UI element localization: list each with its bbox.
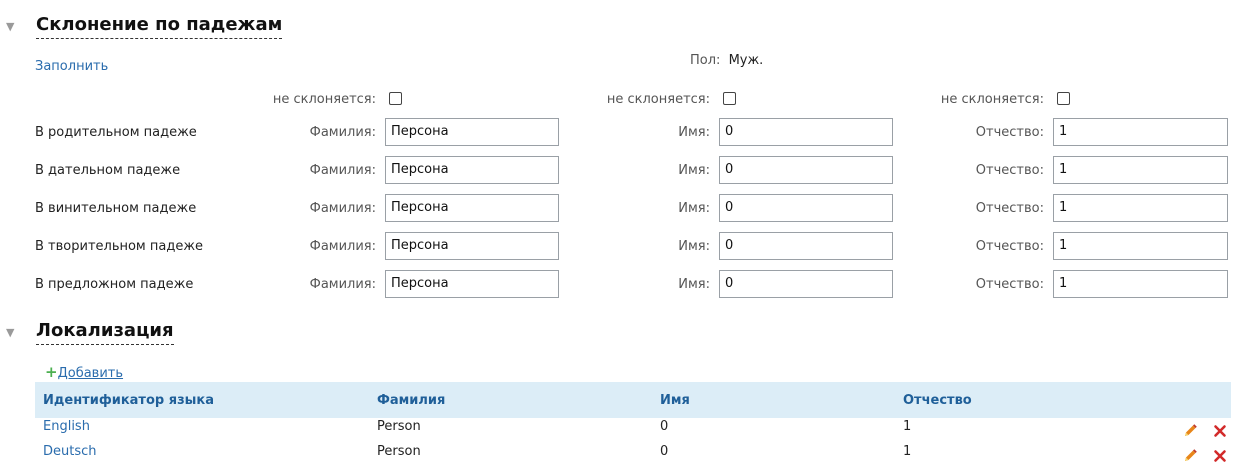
fill-link[interactable]: Заполнить (35, 59, 108, 74)
last-name-label: Фамилия: (309, 125, 376, 140)
add-link-label[interactable]: Добавить (58, 366, 123, 381)
first-name-input[interactable]: 0 (719, 118, 893, 146)
first-name-label: Имя: (678, 277, 710, 292)
patronymic-label: Отчество: (975, 125, 1044, 140)
close-icon[interactable] (1213, 449, 1227, 463)
patronymic-label: Отчество: (975, 239, 1044, 254)
patronymic-label: Отчество: (975, 201, 1044, 216)
patronymic-cell: 1 (903, 444, 912, 459)
first-name-input[interactable]: 0 (719, 270, 893, 298)
last-name-label: Фамилия: (309, 163, 376, 178)
last-name-not-declined-checkbox[interactable] (389, 92, 402, 105)
first-name-not-declined-label: не склоняется: (606, 92, 710, 107)
column-header-patronymic[interactable]: Отчество (903, 393, 972, 408)
section-collapse-icon[interactable]: ▼ (6, 20, 14, 33)
add-button[interactable]: +Добавить (45, 363, 123, 381)
last-name-input[interactable]: Персона (385, 156, 559, 184)
last-name-not-declined-label: не склоняется: (272, 92, 376, 107)
plus-icon: + (45, 363, 58, 381)
pencil-icon[interactable] (1182, 448, 1198, 464)
last-name-cell: Person (377, 444, 421, 459)
localization-section-title[interactable]: Локализация (36, 320, 174, 345)
first-name-input[interactable]: 0 (719, 156, 893, 184)
first-name-label: Имя: (678, 163, 710, 178)
table-row: Deutsch Person 0 1 (0, 444, 1236, 468)
last-name-label: Фамилия: (309, 277, 376, 292)
first-name-label: Имя: (678, 239, 710, 254)
case-label: В родительном падеже (35, 125, 197, 140)
gender-info: Пол: Муж. (690, 53, 763, 68)
last-name-input[interactable]: Персона (385, 270, 559, 298)
patronymic-label: Отчество: (975, 163, 1044, 178)
first-name-input[interactable]: 0 (719, 232, 893, 260)
language-link[interactable]: English (43, 419, 90, 434)
last-name-cell: Person (377, 419, 421, 434)
patronymic-input[interactable]: 1 (1053, 194, 1228, 222)
last-name-input[interactable]: Персона (385, 194, 559, 222)
patronymic-label: Отчество: (975, 277, 1044, 292)
pencil-icon[interactable] (1182, 423, 1198, 439)
first-name-input[interactable]: 0 (719, 194, 893, 222)
close-icon[interactable] (1213, 424, 1227, 438)
patronymic-input[interactable]: 1 (1053, 156, 1228, 184)
last-name-label: Фамилия: (309, 201, 376, 216)
patronymic-not-declined-label: не склоняется: (940, 92, 1044, 107)
first-name-cell: 0 (660, 444, 669, 459)
case-label: В винительном падеже (35, 201, 197, 216)
patronymic-not-declined-checkbox[interactable] (1057, 92, 1070, 105)
table-row: English Person 0 1 (0, 419, 1236, 443)
case-label: В предложном падеже (35, 277, 194, 292)
patronymic-input[interactable]: 1 (1053, 118, 1228, 146)
column-header-language[interactable]: Идентификатор языка (43, 393, 214, 408)
first-name-cell: 0 (660, 419, 669, 434)
patronymic-input[interactable]: 1 (1053, 270, 1228, 298)
gender-value: Муж. (728, 53, 764, 68)
table-header (35, 382, 1231, 418)
column-header-first-name[interactable]: Имя (660, 393, 690, 408)
patronymic-input[interactable]: 1 (1053, 232, 1228, 260)
last-name-input[interactable]: Персона (385, 232, 559, 260)
case-label: В дательном падеже (35, 163, 181, 178)
gender-label: Пол: (690, 53, 721, 68)
column-header-last-name[interactable]: Фамилия (377, 393, 445, 408)
first-name-label: Имя: (678, 201, 710, 216)
first-name-not-declined-checkbox[interactable] (723, 92, 736, 105)
patronymic-cell: 1 (903, 419, 912, 434)
last-name-input[interactable]: Персона (385, 118, 559, 146)
case-label: В творительном падеже (35, 239, 204, 254)
language-link[interactable]: Deutsch (43, 444, 97, 459)
first-name-label: Имя: (678, 125, 710, 140)
section-collapse-icon[interactable]: ▼ (6, 326, 14, 339)
last-name-label: Фамилия: (309, 239, 376, 254)
declension-section-title[interactable]: Склонение по падежам (36, 14, 283, 39)
